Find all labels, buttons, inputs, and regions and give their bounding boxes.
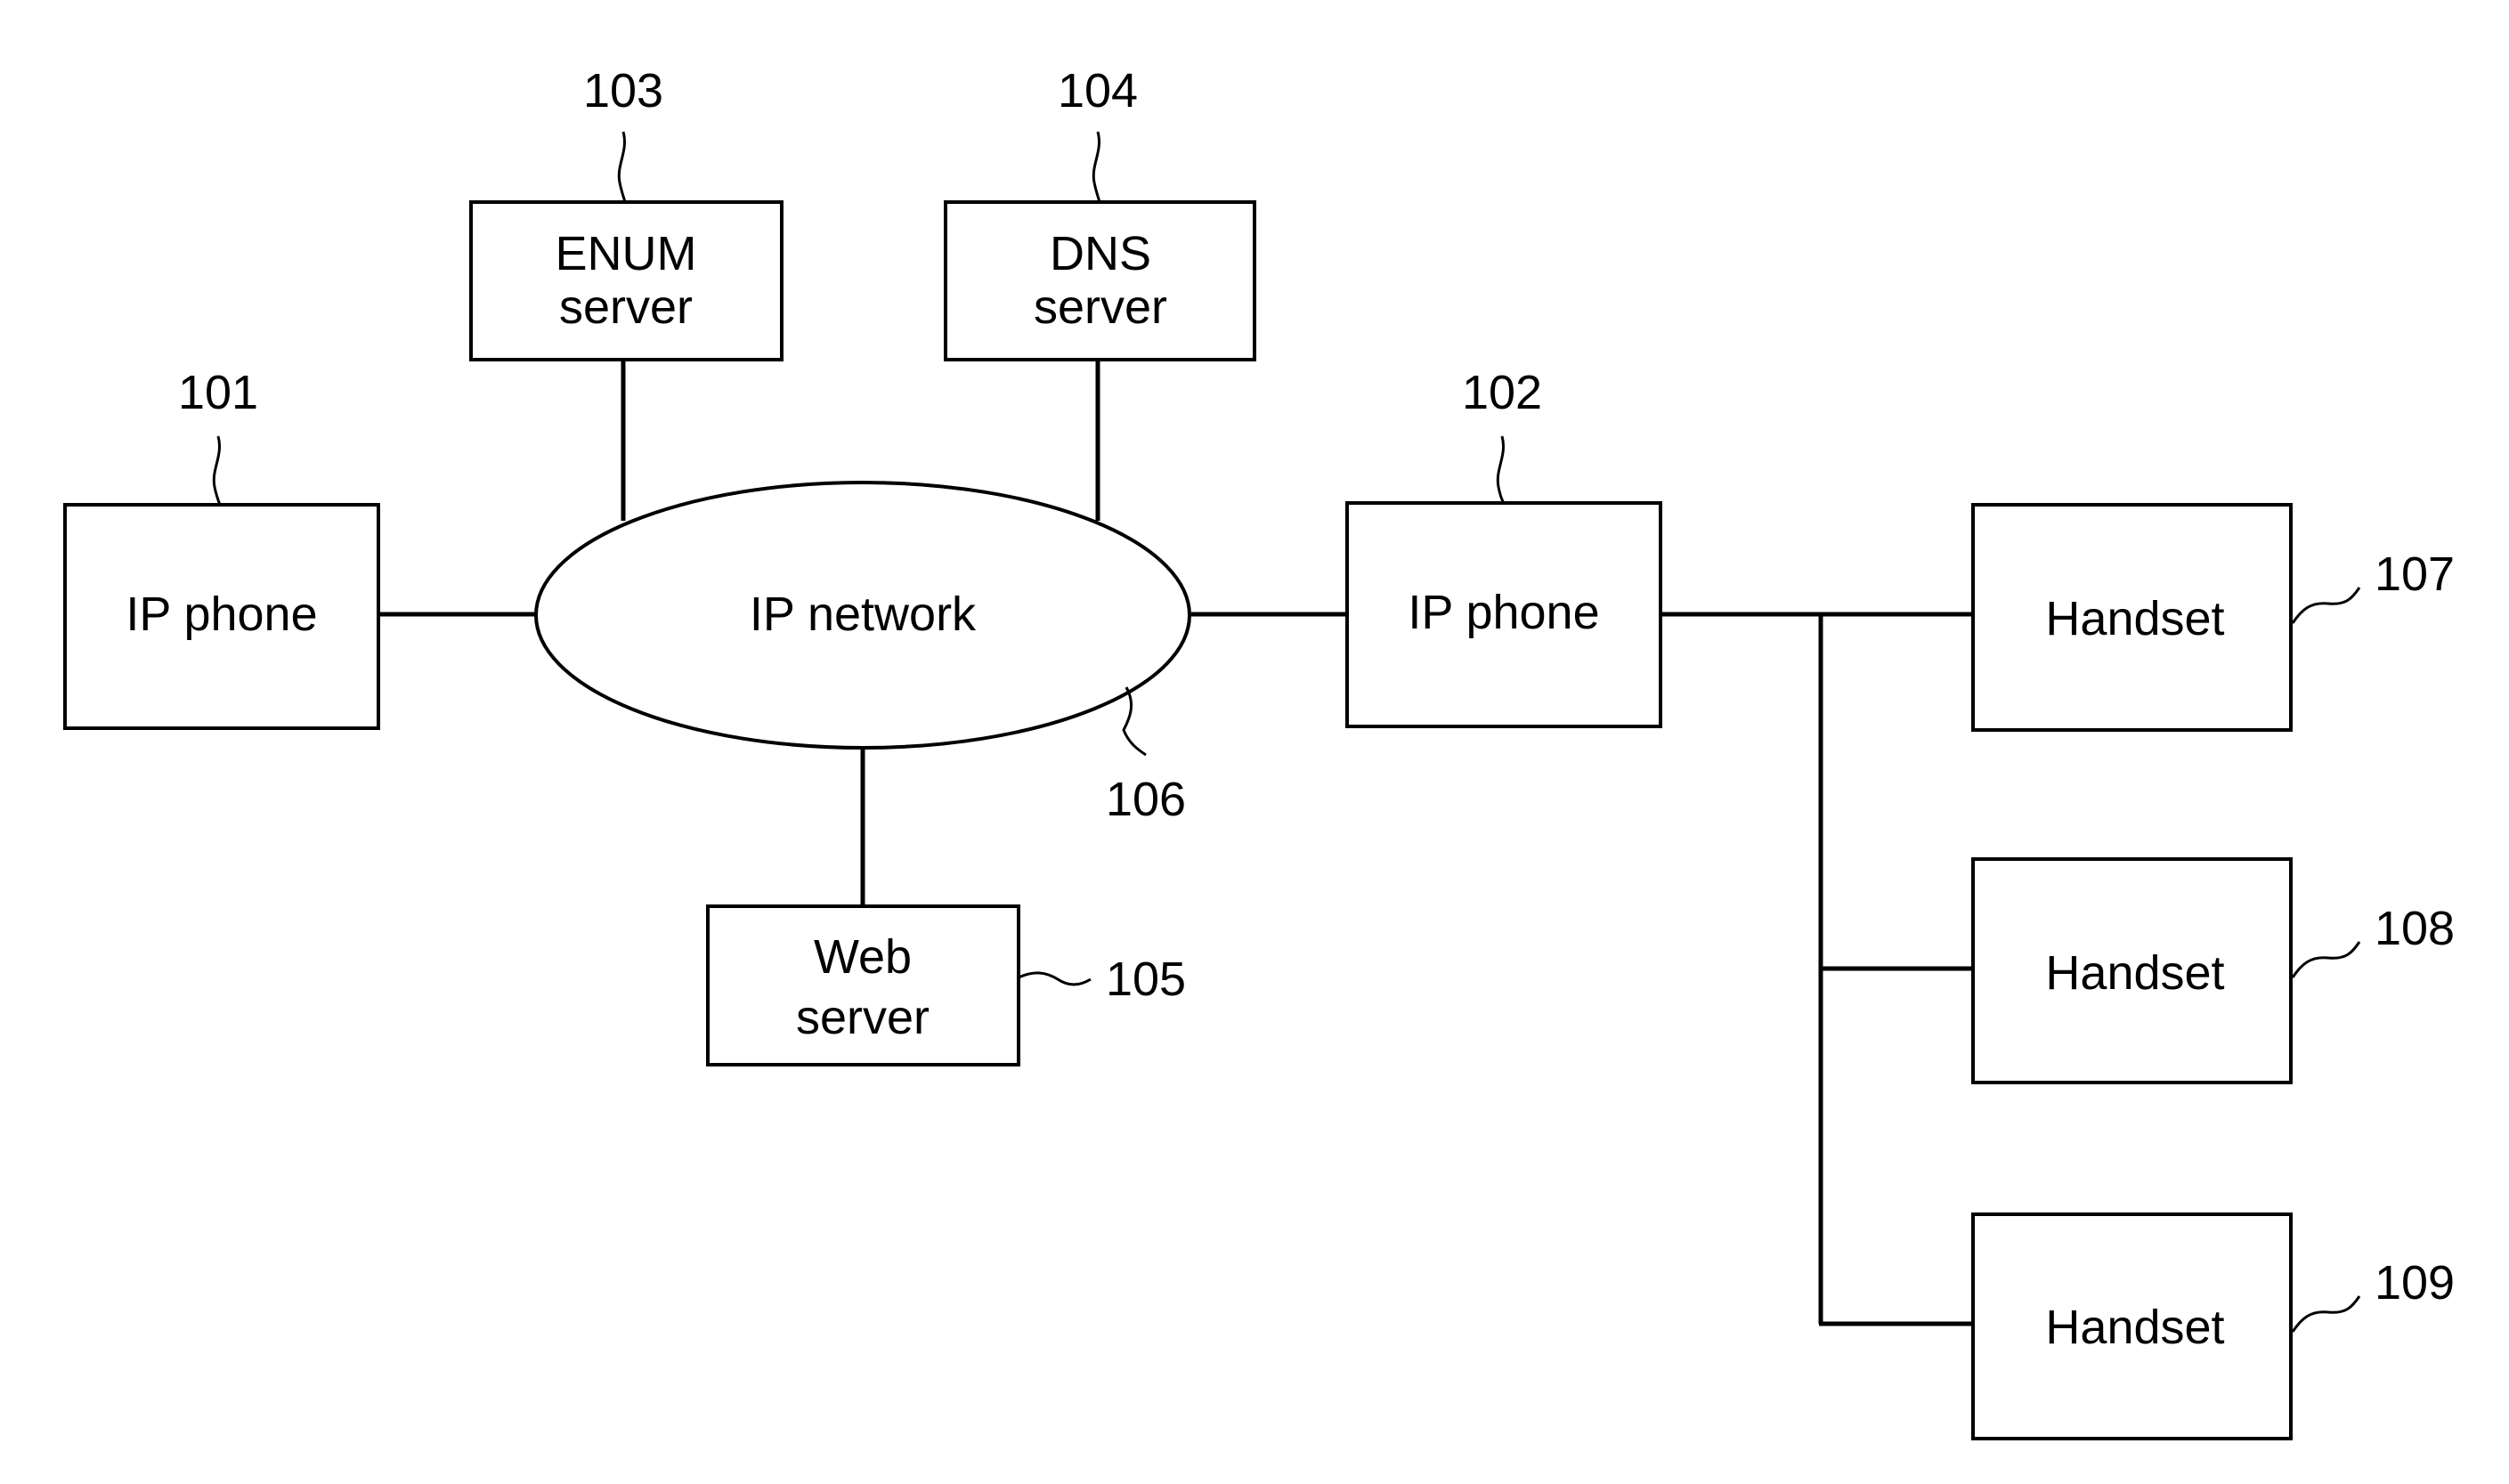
leader-103 (617, 131, 627, 203)
node-ip-network: IP network (534, 481, 1191, 750)
leader-108 (2291, 941, 2361, 978)
ref-label-106: 106 (1106, 773, 1186, 826)
ref-label-105: 105 (1106, 953, 1186, 1006)
handset-107-label: Handset (2045, 592, 2224, 645)
handset-108-label: Handset (2045, 946, 2224, 1000)
node-handset-109: Handset (1971, 1212, 2293, 1440)
ref-label-104: 104 (1058, 64, 1138, 118)
ip-network-label: IP network (750, 588, 977, 641)
node-enum-server: ENUM server (469, 200, 784, 361)
ref-label-101: 101 (178, 366, 258, 419)
node-web-server: Web server (706, 904, 1020, 1066)
network-diagram: IP phone IP phone ENUM server DNS server… (63, 64, 2455, 1440)
node-handset-107: Handset (1971, 503, 2293, 732)
leader-102 (1496, 435, 1506, 504)
leader-101 (212, 435, 222, 506)
connections (378, 360, 1973, 1326)
enum-server-label-line1: ENUM (556, 227, 697, 280)
leader-107 (2291, 587, 2361, 624)
ref-label-103: 103 (583, 64, 663, 118)
dns-server-label-line1: DNS (1050, 227, 1151, 280)
dns-server-label-line2: server (1034, 280, 1167, 334)
ref-label-109: 109 (2375, 1256, 2455, 1310)
node-dns-server: DNS server (944, 200, 1256, 361)
ref-label-108: 108 (2375, 902, 2455, 955)
leader-109 (2291, 1295, 2361, 1333)
ip-phone-101-label: IP phone (126, 588, 317, 641)
web-server-label-line2: server (796, 991, 930, 1044)
ref-label-107: 107 (2375, 547, 2455, 601)
node-ip-phone-101: IP phone (63, 503, 380, 730)
enum-server-label-line2: server (559, 280, 693, 334)
ref-label-102: 102 (1462, 366, 1542, 419)
leader-106 (1122, 686, 1147, 757)
web-server-label-line1: Web (814, 930, 912, 984)
leader-104 (1092, 131, 1101, 203)
leader-105 (1018, 971, 1092, 986)
node-ip-phone-102: IP phone (1345, 501, 1662, 728)
handset-109-label: Handset (2045, 1301, 2224, 1354)
ip-phone-102-label: IP phone (1408, 586, 1599, 639)
node-handset-108: Handset (1971, 857, 2293, 1084)
